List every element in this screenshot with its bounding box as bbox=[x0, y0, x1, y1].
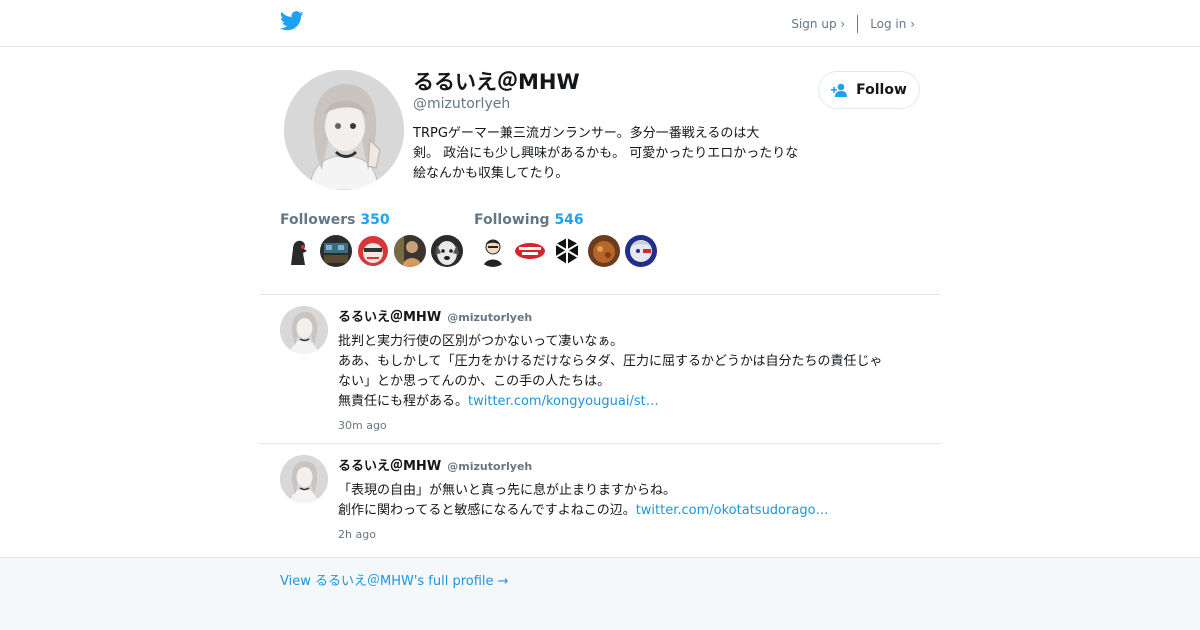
tweet-link[interactable]: twitter.com/kongyouguai/st… bbox=[468, 394, 659, 409]
following-avatar[interactable] bbox=[625, 235, 657, 267]
following-count[interactable]: Following 546 bbox=[474, 212, 657, 228]
tweet-author-name[interactable]: るるいえ＠MHW bbox=[338, 310, 441, 325]
follower-avatar[interactable] bbox=[357, 235, 389, 267]
tweet-timestamp[interactable]: 2h ago bbox=[338, 528, 930, 541]
tweet-avatar[interactable] bbox=[280, 306, 328, 354]
follower-avatar[interactable] bbox=[431, 235, 463, 267]
followers-group: Followers 350 bbox=[280, 212, 463, 267]
profile-avatar[interactable] bbox=[284, 70, 404, 190]
following-number: 546 bbox=[554, 212, 584, 228]
following-label: Following bbox=[474, 212, 550, 228]
tweet-text: 批判と実力行使の区別がつかないって凄いなぁ。 ああ、もしかして「圧力をかけるだけ… bbox=[338, 332, 930, 412]
nav-divider bbox=[857, 15, 859, 33]
divider bbox=[260, 443, 940, 444]
signup-link[interactable]: Sign up › bbox=[791, 17, 845, 31]
bio-line: 剣。 政治にも少し興味があるかも。 可愛かったりエロかったりな bbox=[413, 146, 799, 161]
follow-button[interactable]: Follow bbox=[818, 71, 920, 109]
top-bar: Sign up › Log in › bbox=[0, 0, 1200, 47]
profile-bio: TRPGゲーマー兼三流ガンランサー。多分一番戦えるのは大 剣。 政治にも少し興味… bbox=[413, 124, 833, 184]
tweet-body: るるいえ＠MHW @mizutorlyeh 「表現の自由」が無いと真っ先に息が止… bbox=[338, 455, 930, 541]
tweet-author-name[interactable]: るるいえ＠MHW bbox=[338, 459, 441, 474]
view-full-profile-link[interactable]: View るるいえ＠MHW's full profile → bbox=[280, 570, 509, 589]
tweet-header: るるいえ＠MHW @mizutorlyeh bbox=[338, 455, 930, 474]
following-avatar[interactable] bbox=[588, 235, 620, 267]
followers-avatars bbox=[283, 235, 463, 267]
tweet-author-handle[interactable]: @mizutorlyeh bbox=[447, 460, 532, 473]
following-group: Following 546 bbox=[474, 212, 657, 267]
add-user-icon bbox=[831, 83, 848, 97]
tweet-link[interactable]: twitter.com/okotatsudorago… bbox=[636, 503, 829, 518]
tweet-line: 創作に関わってると敏感になるんですよねこの辺。twitter.com/okota… bbox=[338, 501, 930, 521]
follow-counts: Followers 350 Following 546 bbox=[280, 212, 657, 267]
profile-name: るるいえ＠MHW bbox=[413, 70, 580, 94]
tweet-timestamp[interactable]: 30m ago bbox=[338, 419, 930, 432]
tweet-line: 「表現の自由」が無いと真っ先に息が止まりますからね。 bbox=[338, 483, 677, 498]
followers-count[interactable]: Followers 350 bbox=[280, 212, 463, 228]
profile-handle: @mizutorlyeh bbox=[413, 96, 511, 112]
follow-label: Follow bbox=[856, 82, 907, 98]
profile-card: るるいえ＠MHW @mizutorlyeh TRPGゲーマー兼三流ガンランサー。… bbox=[280, 70, 920, 290]
follower-avatar[interactable] bbox=[283, 235, 315, 267]
followers-number: 350 bbox=[360, 212, 390, 228]
tweet-line: ない」とか思ってんのか、この手の人たちは。 bbox=[338, 374, 611, 389]
tweet-line: ああ、もしかして「圧力をかけるだけならタダ、圧力に屈するかどうかは自分たちの責任… bbox=[338, 354, 883, 369]
tweet-author-handle[interactable]: @mizutorlyeh bbox=[447, 311, 532, 324]
follower-avatar[interactable] bbox=[320, 235, 352, 267]
twitter-bird-icon[interactable] bbox=[280, 11, 304, 31]
footer: View るるいえ＠MHW's full profile → bbox=[0, 557, 1200, 630]
auth-nav: Sign up › Log in › bbox=[791, 15, 915, 33]
bio-line: 絵なんかも収集してたり。 bbox=[413, 166, 569, 181]
tweet-header: るるいえ＠MHW @mizutorlyeh bbox=[338, 306, 930, 325]
login-link[interactable]: Log in › bbox=[870, 17, 915, 31]
following-avatars bbox=[477, 235, 657, 267]
follower-avatar[interactable] bbox=[394, 235, 426, 267]
followers-label: Followers bbox=[280, 212, 356, 228]
tweet-line-text: 創作に関わってると敏感になるんですよねこの辺。 bbox=[338, 503, 636, 518]
tweet-text: 「表現の自由」が無いと真っ先に息が止まりますからね。 創作に関わってると敏感にな… bbox=[338, 481, 930, 521]
following-avatar[interactable] bbox=[514, 235, 546, 267]
tweet-line-text: 無責任にも程がある。 bbox=[338, 394, 469, 409]
following-avatar[interactable] bbox=[551, 235, 583, 267]
bio-line: TRPGゲーマー兼三流ガンランサー。多分一番戦えるのは大 bbox=[413, 126, 760, 141]
tweet-body: るるいえ＠MHW @mizutorlyeh 批判と実力行使の区別がつかないって凄… bbox=[338, 306, 930, 432]
following-avatar[interactable] bbox=[477, 235, 509, 267]
tweet-line: 無責任にも程がある。twitter.com/kongyouguai/st… bbox=[338, 392, 930, 412]
tweet-line: 批判と実力行使の区別がつかないって凄いなぁ。 bbox=[338, 334, 624, 349]
divider bbox=[260, 294, 940, 295]
tweet-avatar[interactable] bbox=[280, 455, 328, 503]
